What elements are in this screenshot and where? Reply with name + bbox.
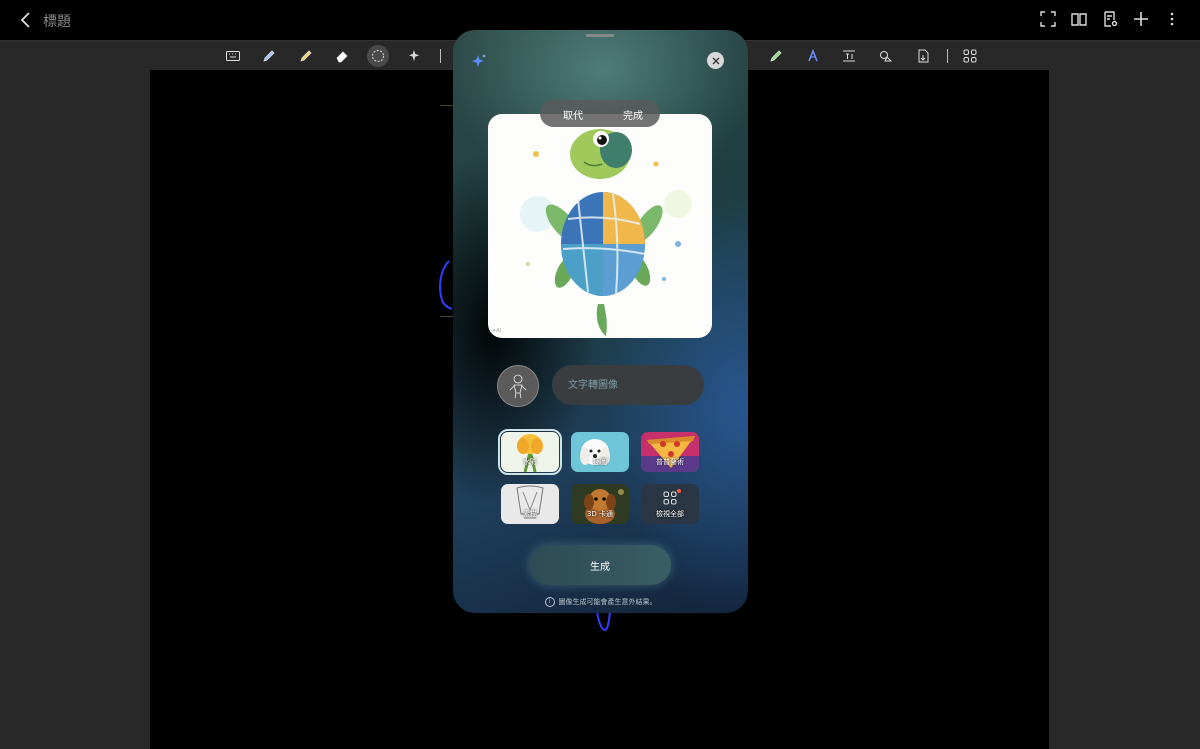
page-title: 標題 xyxy=(43,14,71,30)
generated-image[interactable]: ✦AI xyxy=(488,114,712,338)
add-icon[interactable] xyxy=(1131,9,1151,29)
ai-sparkle-icon xyxy=(471,53,487,69)
result-action-pill: 取代 完成 xyxy=(540,100,660,127)
page-margin-left xyxy=(0,70,150,749)
style-sketch[interactable]: 素描 xyxy=(501,484,559,524)
close-button[interactable] xyxy=(707,52,724,69)
done-button[interactable]: 完成 xyxy=(623,107,643,122)
attach-file-icon[interactable] xyxy=(912,45,934,67)
page-settings-icon[interactable] xyxy=(1100,9,1120,29)
toolbar-divider xyxy=(440,49,441,63)
grid-icon xyxy=(663,491,677,505)
disclaimer: i 圖像生成可能會產生意外結果。 xyxy=(453,597,748,607)
info-icon: i xyxy=(544,597,555,607)
close-icon xyxy=(712,57,719,64)
view-all-styles-button[interactable]: 檢視全部 xyxy=(641,484,699,524)
replace-button[interactable]: 取代 xyxy=(563,107,583,122)
fullscreen-icon[interactable] xyxy=(1038,9,1058,29)
text-box-icon[interactable] xyxy=(838,45,860,67)
page-margin-right xyxy=(1049,70,1200,749)
image-generation-panel: 取代 完成 ✦AI 文字轉圖像 水彩 插圖 普普藝術 素描 3D 卡通 檢視全部… xyxy=(453,30,748,613)
eraser-icon[interactable] xyxy=(331,45,353,67)
style-label: 水彩 xyxy=(523,458,537,466)
sparkle-icon[interactable] xyxy=(404,45,426,67)
style-label: 普普藝術 xyxy=(656,458,684,466)
style-label: 3D 卡通 xyxy=(586,510,614,518)
more-icon[interactable] xyxy=(1162,9,1182,29)
drag-handle[interactable] xyxy=(586,34,614,37)
style-pop-art[interactable]: 普普藝術 xyxy=(641,432,699,472)
highlighter-icon[interactable] xyxy=(295,45,317,67)
generate-button[interactable]: 生成 xyxy=(529,545,671,585)
disclaimer-text: 圖像生成可能會產生意外結果。 xyxy=(558,598,657,606)
ai-watermark: ✦AI xyxy=(492,328,502,334)
new-badge-dot xyxy=(677,489,681,493)
toolbar-divider xyxy=(947,49,948,63)
style-3d-cartoon[interactable]: 3D 卡通 xyxy=(571,484,629,524)
prompt-text-input[interactable] xyxy=(552,365,704,405)
grid-menu-icon[interactable] xyxy=(959,45,981,67)
style-label: 檢視全部 xyxy=(656,510,684,518)
pen-icon[interactable] xyxy=(258,45,280,67)
style-label: 插圖 xyxy=(593,458,607,466)
shape-pen-icon[interactable] xyxy=(802,45,824,67)
marker-icon[interactable] xyxy=(765,45,787,67)
turtle-watercolor-image xyxy=(520,129,692,336)
sketch-figure-icon xyxy=(509,374,527,399)
book-view-icon[interactable] xyxy=(1069,9,1089,29)
keyboard-icon[interactable] xyxy=(222,45,244,67)
lasso-icon[interactable] xyxy=(367,45,389,67)
style-illustration[interactable]: 插圖 xyxy=(571,432,629,472)
style-label: 素描 xyxy=(523,510,537,518)
sketch-input-button[interactable] xyxy=(497,365,539,407)
back-icon[interactable] xyxy=(16,10,36,30)
style-watercolor[interactable]: 水彩 xyxy=(498,429,562,475)
shapes-icon[interactable] xyxy=(875,45,897,67)
